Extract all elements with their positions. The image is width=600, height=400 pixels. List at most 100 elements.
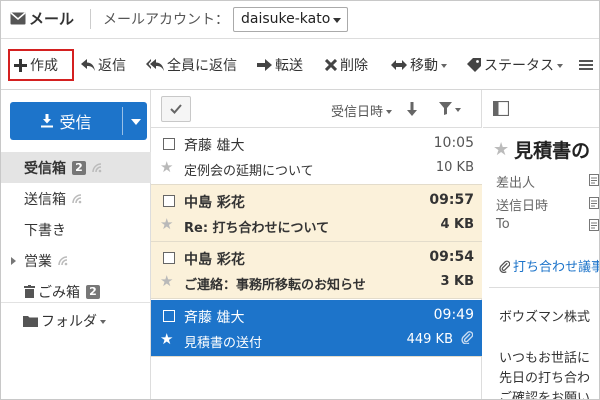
select-all-checkbox[interactable] xyxy=(161,96,191,122)
contact-card-icon[interactable] xyxy=(589,219,599,231)
meta-label-to: To xyxy=(496,217,510,232)
message-sender: 斉藤 雄大 xyxy=(184,138,245,154)
receive-button[interactable]: 受信 xyxy=(10,102,147,140)
star-icon[interactable]: ★ xyxy=(160,217,173,232)
message-row[interactable]: ★ 中島 彩花 09:54 ご連絡：事務所移転のお知らせ 3 KB xyxy=(151,242,482,299)
message-sender: 斉藤 雄大 xyxy=(184,310,245,326)
sort-label: 受信日時 xyxy=(331,105,384,120)
app-header: メール メールアカウント： daisuke-kato xyxy=(1,1,599,38)
chevron-down-icon[interactable] xyxy=(131,119,141,125)
folder-label: ごみ箱 xyxy=(38,284,80,301)
star-icon[interactable]: ★ xyxy=(160,274,173,289)
meta-label-sent: 送信日時 xyxy=(496,199,549,214)
message-checkbox[interactable] xyxy=(163,310,175,322)
message-subject: 定例会の延期について xyxy=(184,164,314,179)
sort-direction-button[interactable] xyxy=(406,101,418,120)
status-button[interactable]: ステータス xyxy=(467,51,563,79)
arrow-down-icon xyxy=(407,102,417,116)
chevron-down-icon xyxy=(441,64,447,68)
chevron-down-icon xyxy=(386,109,393,114)
delete-button[interactable]: 削除 xyxy=(325,51,368,79)
sidebar-divider xyxy=(1,302,151,303)
mail-icon xyxy=(10,11,26,24)
chevron-down-icon xyxy=(100,320,106,324)
message-size: 449 KB xyxy=(406,332,453,347)
message-checkbox[interactable] xyxy=(163,138,175,150)
delete-label: 削除 xyxy=(340,58,368,74)
preview-subject-text: 見積書の xyxy=(514,140,591,162)
message-checkbox[interactable] xyxy=(163,252,175,264)
body-line: 先日の打ち合わ xyxy=(499,371,591,386)
reply-button[interactable]: 返信 xyxy=(81,51,126,79)
star-icon[interactable]: ★ xyxy=(160,160,173,175)
reply-all-button[interactable]: 全員に返信 xyxy=(146,51,237,79)
attachment-link[interactable]: 打ち合わせ議事 xyxy=(499,256,600,275)
status-label: ステータス xyxy=(484,58,554,74)
panel-toggle-icon[interactable] xyxy=(493,101,509,116)
message-list: 受信日時 ★ 斉藤 雄大 10:05 定例会の延期について 10 KB ★ 中島… xyxy=(151,90,482,399)
folder-label: 下書き xyxy=(24,222,66,239)
unread-badge: 2 xyxy=(72,160,86,175)
sort-by-date[interactable]: 受信日時 xyxy=(331,101,393,120)
star-icon[interactable]: ★ xyxy=(493,139,509,160)
move-button[interactable]: 移動 xyxy=(391,51,447,79)
preview-divider xyxy=(489,287,599,288)
preview-pane: ★ 見積書の 差出人 送信日時 To 打ち合わせ議事 ボウズマン株式 いつもお世… xyxy=(483,90,600,400)
message-subject: 見積書の送付 xyxy=(184,336,263,351)
chevron-down-icon xyxy=(557,64,563,68)
move-label: 移動 xyxy=(410,58,438,74)
message-size: 4 KB xyxy=(440,217,474,232)
message-size: 10 KB xyxy=(435,160,474,175)
unread-badge: 2 xyxy=(86,284,100,299)
folder-menu-button[interactable]: フォルダ xyxy=(23,310,106,332)
reply-all-label: 全員に返信 xyxy=(167,58,237,74)
preview-header xyxy=(483,90,599,128)
trash-icon xyxy=(24,285,35,298)
account-select-value: daisuke-kato xyxy=(241,11,331,27)
account-select[interactable]: daisuke-kato xyxy=(233,7,348,32)
folder-sent[interactable]: 送信箱 xyxy=(1,183,151,214)
folder-label: 送信箱 xyxy=(24,191,66,208)
forward-button[interactable]: 転送 xyxy=(257,51,303,79)
message-size: 3 KB xyxy=(440,274,474,289)
body-line: ご確認をお願い xyxy=(499,391,591,400)
receive-main[interactable]: 受信 xyxy=(10,102,122,140)
header-divider xyxy=(90,9,91,29)
folder-drafts[interactable]: 下書き xyxy=(1,214,151,245)
message-row[interactable]: ★ 中島 彩花 09:57 Re: 打ち合わせについて 4 KB xyxy=(151,185,482,242)
message-row-selected[interactable]: ★ 斉藤 雄大 09:49 見積書の送付 449 KB xyxy=(151,300,482,357)
attachment-name: 打ち合わせ議事 xyxy=(513,260,600,275)
message-checkbox[interactable] xyxy=(163,195,175,207)
folder-sales[interactable]: 営業 xyxy=(1,245,151,276)
mail-app-window: メール メールアカウント： daisuke-kato 作成 返信 全員に返信 転… xyxy=(0,0,600,400)
star-icon[interactable]: ★ xyxy=(160,332,173,347)
meta-label-from: 差出人 xyxy=(496,176,536,191)
receive-label: 受信 xyxy=(59,113,92,132)
message-time: 09:57 xyxy=(429,192,474,208)
paperclip-icon xyxy=(461,331,473,344)
message-subject: Re: 打ち合わせについて xyxy=(184,221,330,236)
checkmark-icon xyxy=(170,104,182,114)
folder-label: 受信箱 xyxy=(24,160,66,177)
folder-label: 営業 xyxy=(24,253,52,270)
chevron-down-icon xyxy=(455,107,461,112)
move-arrows-icon xyxy=(391,60,407,70)
sidebar: 受信 受信箱 2 送信箱 下書き 営業 ごみ箱 2 フォルダ xyxy=(1,90,151,399)
message-row[interactable]: ★ 斉藤 雄大 10:05 定例会の延期について 10 KB xyxy=(151,128,482,185)
body-line: いつもお世話に xyxy=(499,351,591,366)
sync-icon xyxy=(72,193,82,203)
more-menu-button[interactable] xyxy=(579,51,593,79)
download-icon xyxy=(41,114,54,128)
reply-icon xyxy=(81,59,95,71)
toolbar: 作成 返信 全員に返信 転送 削除 移動 ステータス xyxy=(1,38,599,90)
reply-label: 返信 xyxy=(98,58,126,74)
contact-card-icon[interactable] xyxy=(589,174,599,186)
close-icon xyxy=(325,59,337,71)
filter-button[interactable] xyxy=(439,102,461,115)
compose-button[interactable]: 作成 xyxy=(8,49,74,81)
folder-inbox[interactable]: 受信箱 2 xyxy=(1,152,151,183)
expand-arrow-icon[interactable] xyxy=(11,257,16,265)
message-time: 10:05 xyxy=(433,135,474,151)
folder-list: 受信箱 2 送信箱 下書き 営業 ごみ箱 2 xyxy=(1,152,151,307)
sync-icon xyxy=(92,162,102,172)
